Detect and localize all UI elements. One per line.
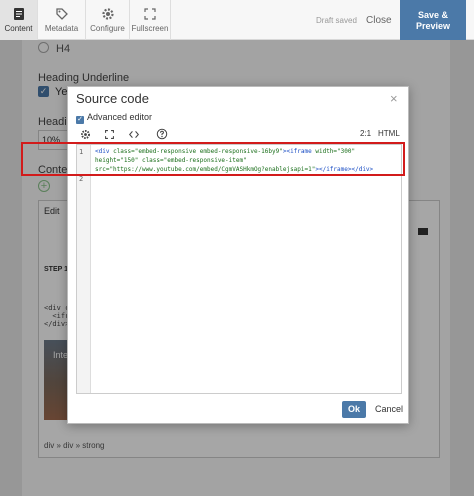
top-toolbar: Content Metadata Configure Fullscreen Dr… [0,0,474,40]
cancel-button[interactable]: Cancel [375,404,403,414]
code-editor[interactable]: 1 2 <div class="embed-responsive embed-r… [76,144,402,394]
help-icon[interactable] [156,128,168,140]
dialog-title: Source code [76,91,149,106]
fullscreen-tab[interactable]: Fullscreen [130,0,171,40]
advanced-editor-toggle[interactable]: ✓ Advanced editor [76,112,152,124]
metadata-tab[interactable]: Metadata [38,0,86,40]
content-tab[interactable]: Content [0,0,38,40]
gear-icon [101,8,114,20]
fullscreen-tab-label: Fullscreen [131,24,169,33]
code-icon[interactable] [128,129,140,140]
line-number: 2 [79,175,84,183]
mode-label: HTML [378,129,400,138]
source-toolbar: 2:1 HTML [76,125,402,143]
ok-button[interactable]: Ok [342,401,366,418]
configure-tab-label: Configure [90,24,125,33]
close-icon[interactable]: × [390,91,398,106]
tag-icon [55,8,68,20]
save-preview-label-line1: Save & [417,10,449,20]
fullscreen-icon[interactable] [104,129,115,140]
content-tab-label: Content [4,24,33,33]
checkbox-icon[interactable]: ✓ [76,116,84,124]
document-icon [13,8,24,20]
highlight-box [21,142,405,176]
save-preview-button[interactable]: Save & Preview [400,0,466,40]
source-code-dialog: Source code × ✓ Advanced editor 2:1 HTML … [67,86,409,424]
cursor-position: 2:1 [360,129,372,138]
configure-tab[interactable]: Configure [86,0,130,40]
close-button[interactable]: Close [366,15,392,26]
expand-icon [144,8,156,20]
save-preview-label-line2: Preview [415,21,451,31]
metadata-tab-label: Metadata [44,24,79,33]
advanced-editor-label: Advanced editor [87,112,153,122]
draft-status: Draft saved [316,16,357,25]
settings-icon[interactable] [80,129,91,140]
